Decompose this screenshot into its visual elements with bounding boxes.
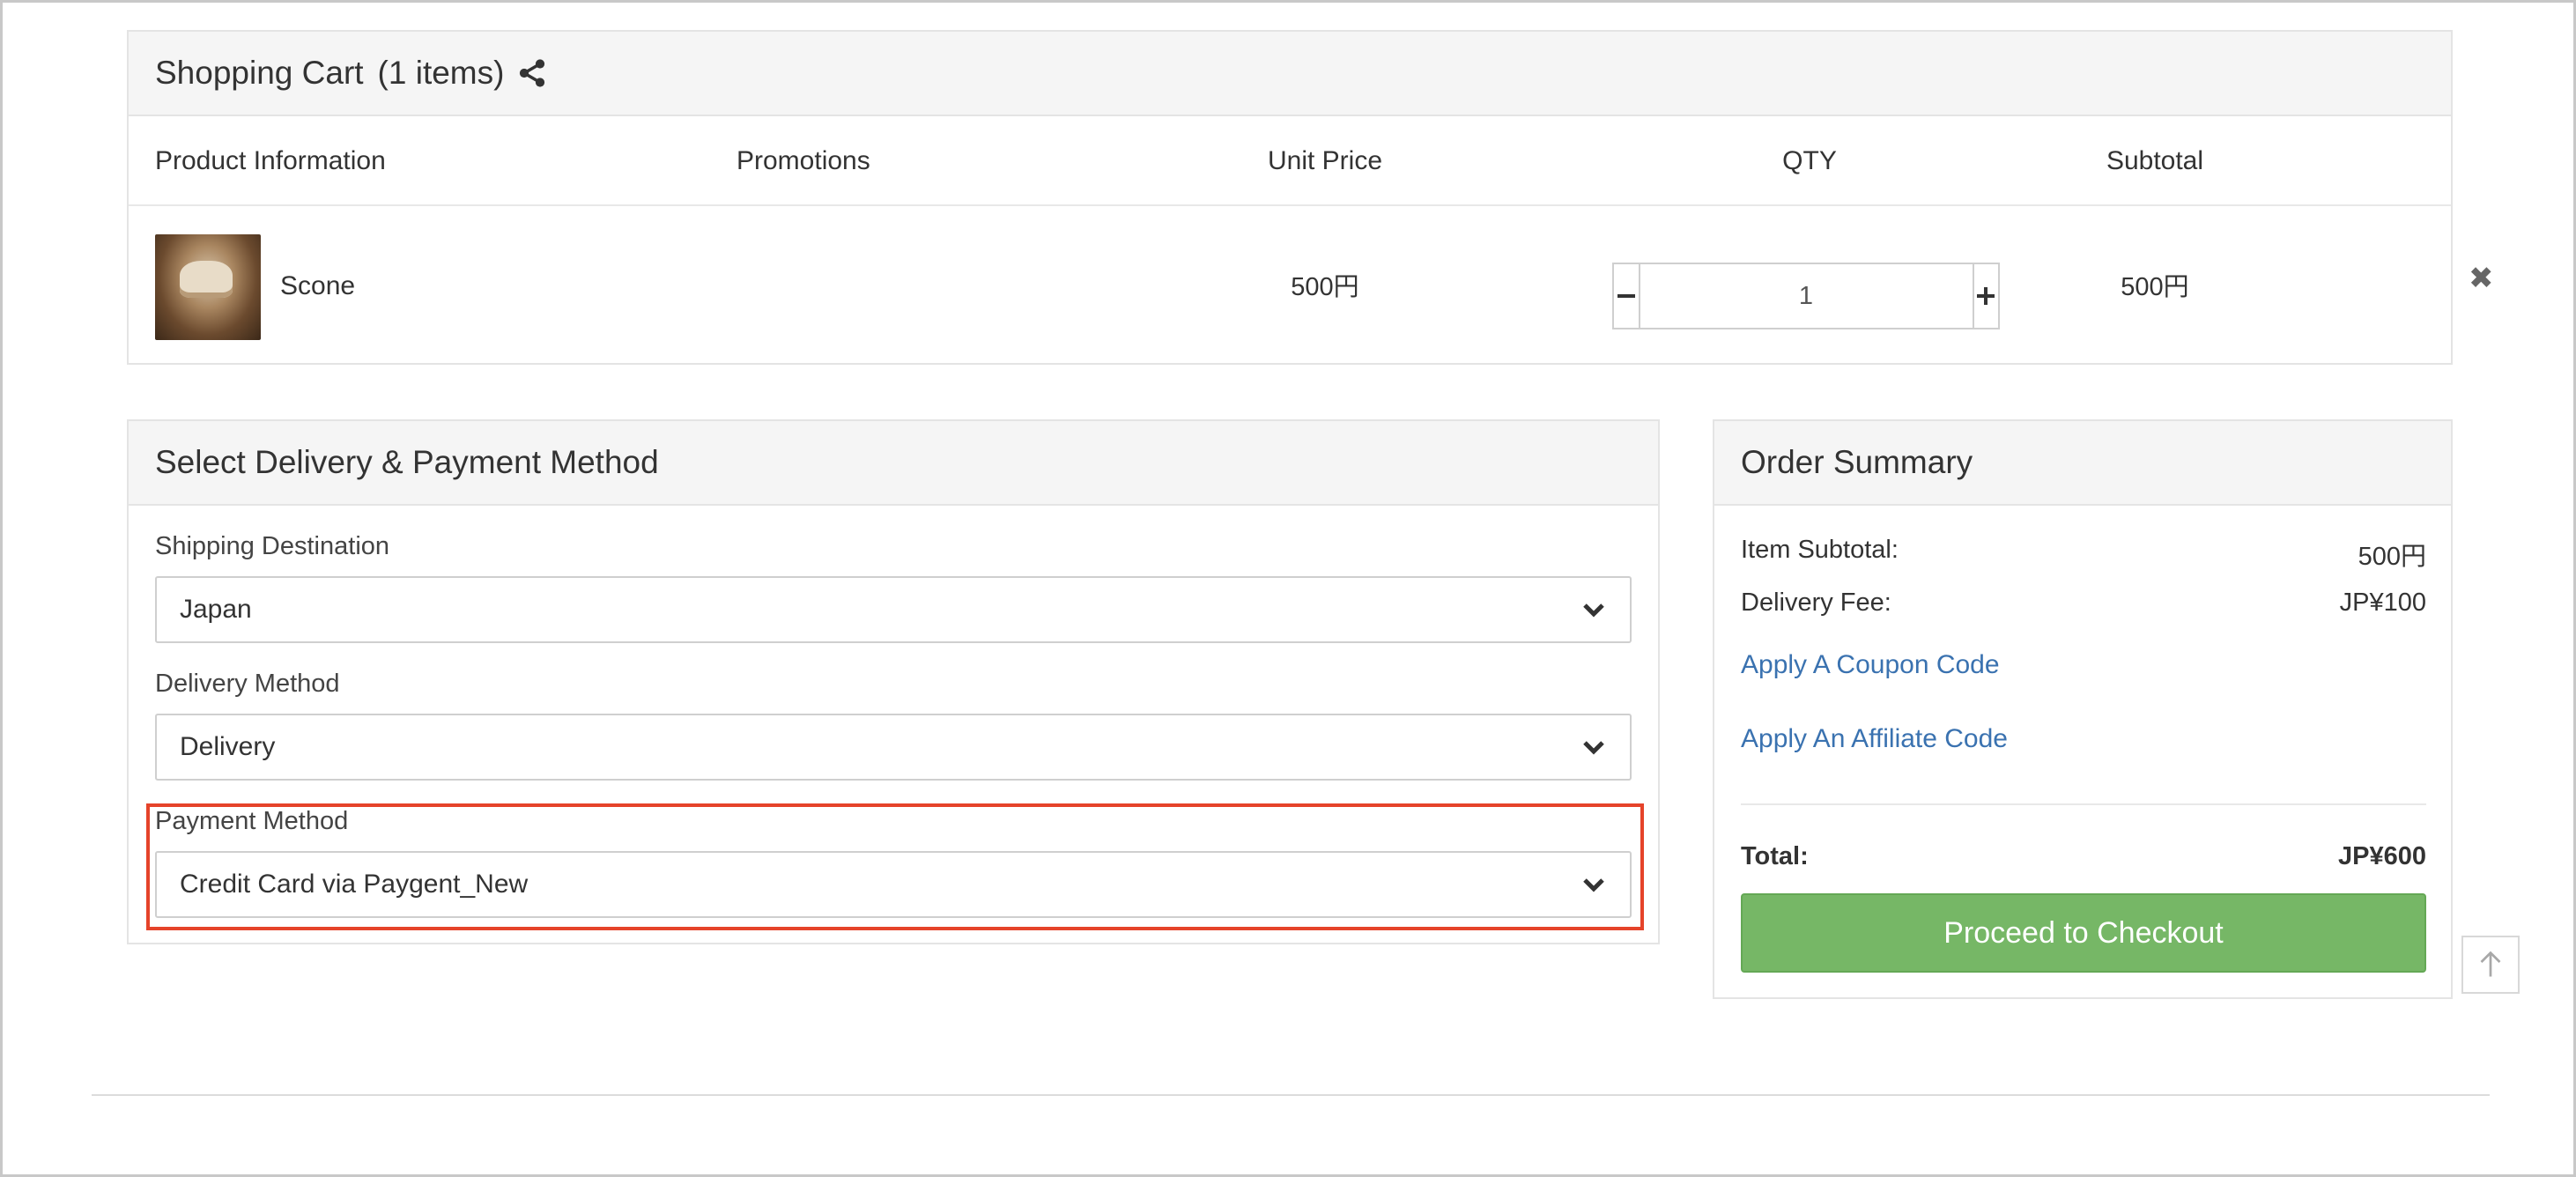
- payment-method-group: Payment Method Credit Card via Paygent_N…: [155, 807, 1632, 918]
- close-icon[interactable]: ✖: [2469, 261, 2494, 296]
- delivery-method-select[interactable]: Delivery: [155, 714, 1632, 781]
- payment-method-label: Payment Method: [155, 807, 349, 835]
- column-promotions: Promotions: [737, 146, 870, 175]
- scroll-to-top-button[interactable]: [2461, 936, 2520, 994]
- chevron-down-icon: [1583, 878, 1604, 892]
- column-subtotal: Subtotal: [2106, 146, 2204, 175]
- quantity-input[interactable]: [1640, 264, 1973, 328]
- item-subtotal-label: Item Subtotal:: [1741, 536, 1899, 564]
- apply-affiliate-link[interactable]: Apply An Affiliate Code: [1741, 724, 2008, 754]
- total-label: Total:: [1741, 842, 1809, 870]
- footer-divider: [92, 1094, 2490, 1096]
- shipping-destination-select[interactable]: Japan: [155, 576, 1632, 643]
- quantity-stepper: [1612, 263, 2000, 329]
- minus-icon: [1617, 294, 1635, 298]
- item-subtotal-value: 500円: [2358, 543, 2426, 571]
- delivery-fee-row: Delivery Fee: JP¥100: [1741, 588, 2426, 618]
- product-thumbnail[interactable]: [155, 234, 261, 340]
- shipping-destination-label: Shipping Destination: [155, 532, 390, 560]
- table-row: Scone 500円 500円 ✖: [129, 208, 2494, 365]
- shopping-cart-panel: Shopping Cart (1 items) Product Informat…: [127, 30, 2494, 365]
- payment-method-value: Credit Card via Paygent_New: [180, 870, 529, 899]
- column-unit-price: Unit Price: [1267, 146, 1383, 175]
- delivery-method-value: Delivery: [180, 732, 276, 761]
- chevron-down-icon: [1583, 741, 1604, 755]
- line-subtotal-value: 500円: [2121, 273, 2189, 301]
- decrease-quantity-button[interactable]: [1614, 264, 1640, 328]
- cart-heading: Shopping Cart (1 items): [129, 32, 2451, 116]
- arrow-up-icon: [2480, 951, 2501, 977]
- product-name[interactable]: Scone: [280, 271, 355, 301]
- summary-heading: Order Summary: [1714, 421, 2451, 506]
- summary-title: Order Summary: [1741, 444, 1973, 480]
- increase-quantity-button[interactable]: [1972, 264, 1998, 328]
- cart-title: Shopping Cart: [155, 55, 364, 91]
- delivery-method-group: Delivery Method Delivery: [155, 670, 1632, 781]
- cart-table-header: Product Information Promotions Unit Pric…: [129, 116, 2451, 206]
- proceed-to-checkout-button[interactable]: Proceed to Checkout: [1741, 893, 2426, 973]
- delivery-heading: Select Delivery & Payment Method: [129, 421, 1658, 506]
- apply-coupon-link[interactable]: Apply A Coupon Code: [1741, 650, 2000, 680]
- delivery-fee-label: Delivery Fee:: [1741, 588, 1891, 617]
- summary-divider: [1741, 803, 2426, 805]
- shipping-destination-value: Japan: [180, 595, 252, 624]
- delivery-payment-panel: Select Delivery & Payment Method Shippin…: [127, 419, 1660, 944]
- cart-item-count: (1 items): [377, 55, 505, 91]
- order-summary-panel: Order Summary Item Subtotal: 500円 Delive…: [1713, 419, 2453, 999]
- delivery-method-label: Delivery Method: [155, 670, 340, 698]
- total-row: Total: JP¥600: [1741, 842, 2426, 871]
- delivery-fee-value: JP¥100: [2339, 588, 2426, 617]
- unit-price-value: 500円: [1291, 273, 1359, 301]
- chevron-down-icon: [1583, 603, 1604, 618]
- plus-icon: [1977, 287, 1995, 305]
- share-icon[interactable]: [516, 57, 548, 89]
- column-qty: QTY: [1782, 146, 1837, 175]
- total-value: JP¥600: [2338, 842, 2426, 870]
- delivery-title: Select Delivery & Payment Method: [155, 444, 659, 480]
- payment-method-select[interactable]: Credit Card via Paygent_New: [155, 851, 1632, 918]
- shipping-destination-group: Shipping Destination Japan: [155, 532, 1632, 643]
- column-product-information: Product Information: [155, 146, 386, 175]
- item-subtotal-row: Item Subtotal: 500円: [1741, 536, 2426, 573]
